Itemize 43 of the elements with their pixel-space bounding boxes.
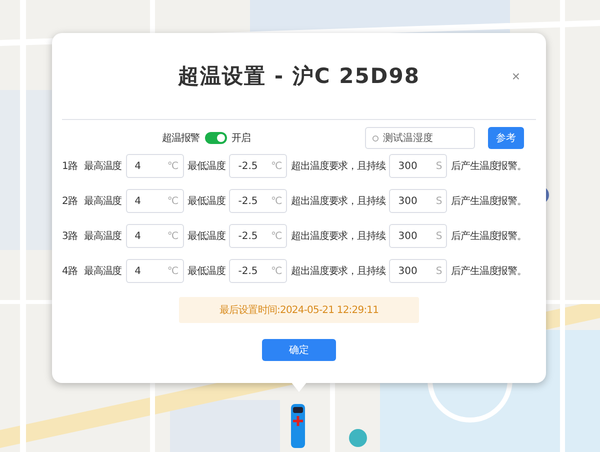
min-temperature-field[interactable]: -2.5 ℃	[229, 154, 288, 178]
max-temperature-label: 最高温度	[84, 194, 122, 208]
min-temperature-field[interactable]: -2.5 ℃	[229, 224, 288, 248]
reference-button[interactable]: 参考	[488, 127, 524, 149]
min-temperature-field[interactable]: -2.5 ℃	[229, 189, 288, 213]
duration-field[interactable]: 300 S	[389, 189, 448, 213]
duration-label: 超出温度要求，且持续	[291, 230, 386, 243]
ambulance-icon[interactable]	[290, 404, 306, 448]
duration-field[interactable]: 300 S	[389, 154, 448, 178]
max-temperature-field[interactable]: 4 ℃	[126, 224, 184, 248]
max-temperature-label: 最高温度	[84, 230, 122, 243]
channel-label: 2路	[62, 195, 78, 208]
max-temperature-label: 最高温度	[84, 160, 122, 173]
close-button[interactable]: ×	[510, 69, 522, 83]
dialog-title: 超温设置 - 沪C 25D98	[178, 63, 420, 90]
duration-label: 超出温度要求，且持续	[291, 160, 386, 173]
min-temperature-field[interactable]: -2.5 ℃	[229, 259, 288, 283]
max-temperature-field[interactable]: 4 ℃	[126, 259, 184, 283]
max-temperature-field[interactable]: 4 ℃	[126, 154, 184, 178]
confirm-button[interactable]: 确定	[262, 339, 336, 361]
channel-label: 3路	[62, 230, 78, 243]
min-temperature-label: 最低温度	[188, 230, 226, 243]
duration-field[interactable]: 300 S	[389, 224, 448, 248]
alarm-toggle[interactable]	[204, 132, 227, 144]
channel-label: 1路	[62, 160, 78, 173]
alarm-suffix-label: 后产生温度报警。	[451, 230, 526, 243]
min-temperature-label: 最低温度	[188, 264, 226, 278]
duration-field[interactable]: 300 S	[389, 259, 448, 283]
test-search-field[interactable]: 测试温湿度	[365, 127, 475, 149]
toggle-state-label: 开启	[232, 132, 250, 145]
alarm-suffix-label: 后产生温度报警。	[451, 264, 526, 278]
circle-icon	[372, 134, 379, 142]
alarm-suffix-label: 后产生温度报警。	[451, 160, 526, 173]
alarm-label: 超温报警	[162, 132, 200, 145]
alarm-suffix-label: 后产生温度报警。	[451, 194, 526, 208]
duration-label: 超出温度要求，且持续	[291, 194, 386, 208]
max-temperature-field[interactable]: 4 ℃	[126, 189, 184, 213]
last-set-time-notice: 最后设置时间:2024-05-21 12:29:11	[179, 297, 419, 323]
min-temperature-label: 最低温度	[188, 194, 226, 208]
max-temperature-label: 最高温度	[84, 264, 122, 278]
duration-label: 超出温度要求，且持续	[291, 264, 386, 278]
min-temperature-label: 最低温度	[188, 160, 226, 173]
channel-label: 4路	[62, 265, 78, 278]
